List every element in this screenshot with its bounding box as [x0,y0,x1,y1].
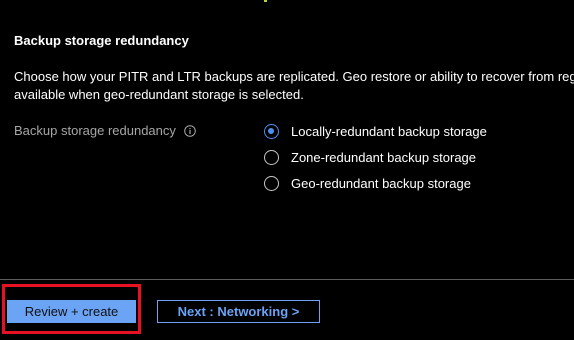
review-create-button[interactable]: Review + create [7,300,136,323]
radio-button[interactable] [264,149,279,165]
radio-button[interactable] [264,175,279,191]
backup-redundancy-radio-group: Locally-redundant backup storage Zone-re… [264,118,487,196]
next-networking-button[interactable]: Next : Networking > [157,300,320,323]
radio-option-locally-redundant[interactable]: Locally-redundant backup storage [264,118,487,144]
description-line-2: available when geo-redundant storage is … [14,87,304,102]
radio-label: Zone-redundant backup storage [291,149,477,165]
footer-divider [0,279,574,280]
field-label-text: Backup storage redundancy [14,123,176,138]
radio-label: Locally-redundant backup storage [291,123,487,139]
radio-option-geo-redundant[interactable]: Geo-redundant backup storage [264,170,487,196]
info-icon[interactable] [184,124,196,137]
section-description: Choose how your PITR and LTR backups are… [14,68,574,104]
radio-option-zone-redundant[interactable]: Zone-redundant backup storage [264,144,487,170]
backup-settings-page: Backup storage redundancy Choose how you… [0,0,574,340]
section-title: Backup storage redundancy [14,33,189,48]
top-indicator [264,0,267,2]
description-line-1: Choose how your PITR and LTR backups are… [14,69,574,84]
radio-button-selected[interactable] [264,123,279,139]
backup-redundancy-field-label: Backup storage redundancy [14,123,196,138]
radio-label: Geo-redundant backup storage [291,175,471,191]
